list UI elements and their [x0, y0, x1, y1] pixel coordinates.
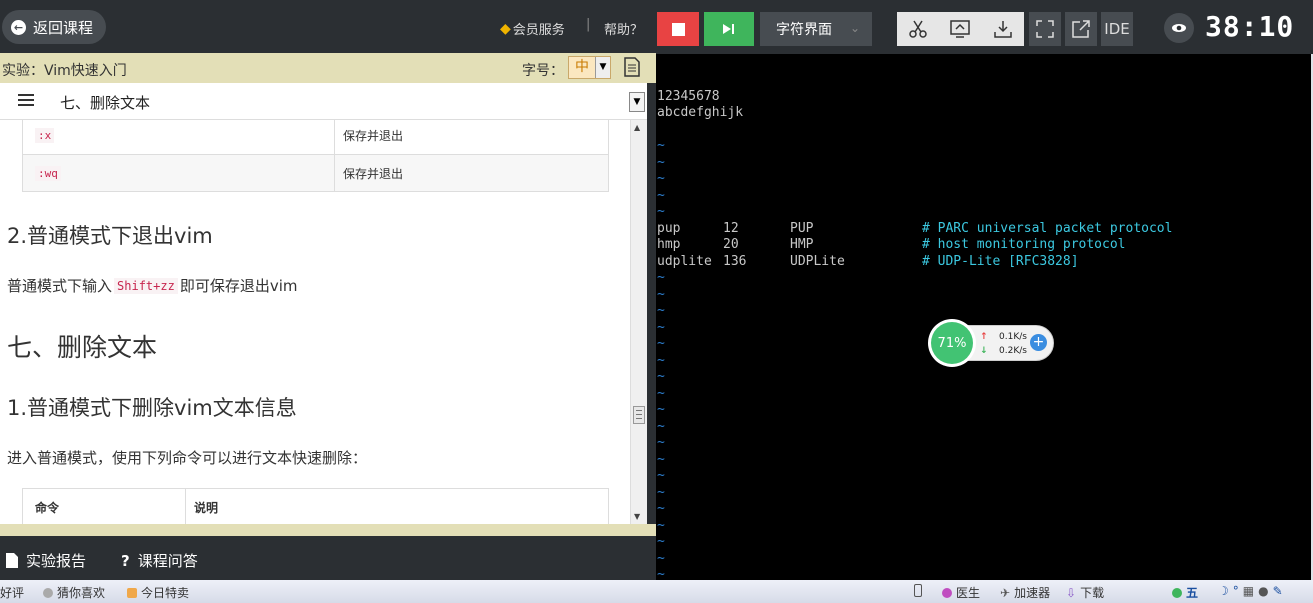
divider [0, 524, 656, 536]
command-desc: 保存并退出 [343, 166, 404, 181]
fullscreen-button[interactable] [1029, 12, 1061, 46]
download-arrow-icon: ↓ [980, 346, 988, 356]
screen-share-icon[interactable] [950, 20, 971, 38]
download-icon[interactable] [994, 20, 1012, 38]
heading-delete: 七、删除文本 [7, 333, 158, 362]
back-to-course-button[interactable]: ← 返回课程 [2, 10, 106, 44]
ide-label: IDE [1104, 20, 1130, 38]
taskbar-item-ime[interactable]: 五 [1172, 584, 1198, 601]
open-external-button[interactable] [1065, 12, 1097, 46]
course-bottom-bar: 实验报告 ? 课程问答 [0, 536, 656, 580]
gift-icon [127, 587, 137, 598]
vip-label: 会员服务 [512, 23, 565, 38]
lab-report-button[interactable]: 实验报告 [6, 550, 86, 571]
scissors-icon[interactable] [909, 20, 927, 38]
list-menu-icon[interactable] [18, 94, 34, 107]
scroll-up-icon[interactable]: ▲ [634, 123, 640, 132]
vip-service-link[interactable]: ◆ 会员服务 [500, 19, 565, 39]
content-scrollbar[interactable]: ▲ ▼ [630, 120, 647, 524]
wrench-icon: ✎ [1272, 584, 1283, 598]
heading-exit: 2.普通模式下退出vim [7, 224, 213, 248]
download-icon: ⇩ [1066, 585, 1077, 600]
back-label: 返回课程 [33, 18, 94, 37]
watch-button[interactable] [1164, 13, 1194, 43]
lab-title: 实验：Vim快速入门 [2, 63, 127, 79]
command-desc: 保存并退出 [343, 129, 404, 143]
taskbar-item-sale[interactable]: 今日特卖 [127, 584, 189, 601]
keyboard-icon: ▦ [1242, 584, 1255, 598]
eye-icon [1172, 24, 1186, 32]
taskbar-item-doctor[interactable]: 医生 [942, 584, 980, 601]
command-code: :wq [35, 165, 61, 181]
vim-terminal[interactable]: 12345678 abcdefghijk ~ ~ ~ ~ ~ pup 12 PUP # PARC u… [656, 54, 1311, 582]
next-button[interactable] [704, 12, 754, 46]
font-size-value: 中 [569, 57, 595, 78]
taskbar-item-accelerator[interactable]: ✈ 加速器 [1000, 584, 1050, 601]
ide-button[interactable]: IDE [1101, 12, 1133, 46]
memory-usage-ball[interactable]: 71% [928, 319, 976, 367]
system-taskbar: 好评 猜你喜欢 今日特卖 医生 ✈ 加速器 ⇩ 下载 五 ☽ ° ▦ ● ✎ [0, 580, 1313, 603]
stop-icon [671, 22, 685, 36]
plus-icon[interactable]: + [1030, 334, 1047, 351]
screen: ← 返回课程 ◆ 会员服务 | 帮助？ 实验：Vim快速入门 字号： 中 ▼ 七… [0, 0, 1313, 603]
circle-icon [43, 587, 53, 598]
countdown-timer: 38:10 [1205, 10, 1295, 43]
stop-button[interactable] [657, 12, 699, 46]
fullscreen-icon [1036, 20, 1054, 38]
table-row: :wq 保存并退出 [23, 154, 608, 191]
upload-arrow-icon: ↑ [980, 332, 988, 342]
chevron-down-icon: ▼ [595, 57, 610, 78]
help-link[interactable]: 帮助？ [604, 19, 643, 38]
command-code: :x [35, 128, 55, 143]
arrow-left-icon: ← [11, 19, 26, 35]
doctor-icon [942, 587, 952, 598]
course-panel: ← 返回课程 ◆ 会员服务 | 帮助？ 实验：Vim快速入门 字号： 中 ▼ 七… [0, 0, 656, 580]
command-table-top: :x 保存并退出 :wq 保存并退出 [22, 120, 609, 192]
degree-icon: ° [1232, 584, 1239, 598]
interface-mode-select[interactable]: 字符界面 ⌄ [760, 12, 872, 46]
command-table-bottom: 命令 说明 [22, 488, 609, 524]
table-row: :x 保存并退出 [23, 120, 608, 154]
security-icon [1172, 587, 1182, 598]
upload-speed: 0.1K/s [999, 332, 1027, 342]
section-dropdown-arrow[interactable]: ▼ [629, 92, 645, 112]
tool-group [897, 12, 1024, 46]
rocket-icon: ✈ [1000, 585, 1011, 600]
paragraph-delete: 进入普通模式，使用下列命令可以进行文本快速删除： [7, 449, 368, 467]
paragraph-exit: 普通模式下输入 Shift+zz 即可保存退出vim [7, 277, 298, 295]
font-size-select[interactable]: 中 ▼ [568, 56, 611, 79]
header-command: 命令 [23, 489, 186, 524]
phone-icon[interactable] [914, 584, 922, 597]
diamond-icon: ◆ [500, 20, 511, 37]
document-icon[interactable] [624, 57, 640, 77]
lab-title-bar: 实验：Vim快速入门 字号： [0, 53, 656, 83]
section-nav: 七、删除文本 ▼ [0, 83, 647, 120]
network-speed-widget[interactable]: 71% ↑ 0.1K/s ↓ 0.2K/s + [928, 319, 1054, 367]
chevron-down-icon: ⌄ [849, 21, 860, 35]
header-desc: 说明 [194, 501, 219, 515]
section-title[interactable]: 七、删除文本 [60, 92, 150, 113]
course-content: :x 保存并退出 :wq 保存并退出 2.普通模式下退出vim 普通模式下输入 … [0, 120, 630, 524]
taskbar-item-review[interactable]: 好评 [0, 584, 24, 601]
tray-icons[interactable]: ☽ ° ▦ ● ✎ [1218, 584, 1283, 598]
scroll-down-icon[interactable]: ▼ [634, 512, 640, 521]
heading-delete-sub: 1.普通模式下删除vim文本信息 [7, 396, 297, 420]
download-speed: 0.2K/s [999, 346, 1027, 356]
taskbar-item-guess[interactable]: 猜你喜欢 [43, 584, 105, 601]
separator: | [586, 17, 591, 32]
table-header-row: 命令 说明 [23, 489, 608, 524]
inline-code: Shift+zz [114, 277, 178, 294]
course-qa-button[interactable]: ? 课程问答 [121, 550, 198, 571]
skip-forward-icon [723, 24, 734, 34]
question-icon: ? [121, 551, 130, 570]
scroll-thumb[interactable] [633, 406, 645, 424]
taskbar-item-download[interactable]: ⇩ 下载 [1066, 584, 1104, 601]
font-size-label: 字号： [522, 63, 564, 79]
course-top-bar: ← 返回课程 ◆ 会员服务 | 帮助？ [0, 0, 656, 53]
external-link-icon [1072, 20, 1090, 38]
moon-icon: ☽ [1218, 584, 1229, 598]
file-icon [6, 553, 18, 568]
user-icon: ● [1258, 584, 1269, 598]
